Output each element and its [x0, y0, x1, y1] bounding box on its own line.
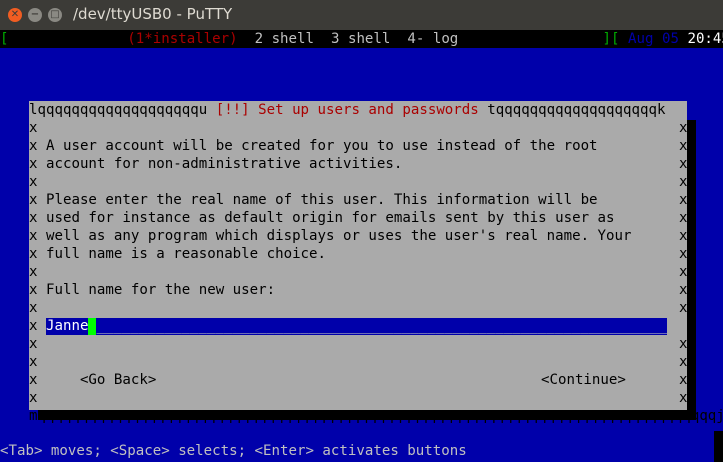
info-text-line-4: full name is a reasonable choice. — [46, 246, 327, 262]
dialog-side-right: x — [679, 174, 688, 190]
close-button[interactable]: ✕ — [8, 8, 22, 22]
dialog-line: x used for instance as default origin fo… — [29, 210, 615, 226]
dialog-line: x full name is a reasonable choice. — [29, 246, 327, 262]
info-text-line-1: Please enter the real name of this user.… — [46, 192, 598, 208]
status-right-bracket: ][ — [602, 31, 620, 47]
dialog-bottom-border: mqqqqqqqqqqqqqqqqqqqqqqqqqqqqqqqqqqqqqqq… — [29, 407, 723, 424]
dialog-line: x A user account will be created for you… — [29, 138, 598, 154]
dialog-side: x — [29, 264, 38, 280]
status-date: Aug 05 — [628, 31, 679, 47]
dialog-side: x — [29, 354, 38, 370]
tab-installer[interactable]: (1*installer) — [127, 31, 237, 47]
dialog-line: x Full name for the new user: — [29, 282, 276, 298]
full-name-value: Janne — [46, 318, 89, 334]
dialog-side-right: x — [679, 156, 688, 172]
dialog-side-right: x — [679, 300, 688, 316]
full-name-input[interactable]: Janne ___________________________________… — [46, 318, 667, 335]
dialog-shadow-right — [687, 120, 696, 420]
dialog-line: x <Go Back> — [29, 372, 157, 388]
title-bar: ✕ − □ /dev/ttyUSB0 - PuTTY — [0, 0, 723, 30]
dialog-side-right: x — [679, 228, 688, 244]
dialog-side: x — [29, 336, 38, 352]
screen-status-bar: [ (1*installer) 2 shell 3 shell 4- log ]… — [0, 30, 723, 48]
dialog-side: x — [29, 120, 38, 136]
status-time: 20:45 — [687, 31, 723, 47]
minimize-icon: − — [30, 9, 40, 20]
dialog-side-right: x — [679, 192, 688, 208]
continue-button[interactable]: <Continue> — [541, 371, 626, 389]
go-back-button[interactable]: <Go Back> — [80, 372, 156, 388]
dialog-title: [!!] Set up users and passwords — [215, 102, 479, 118]
window-title: /dev/ttyUSB0 - PuTTY — [73, 5, 233, 23]
dialog-line: x account for non-administrative activit… — [29, 156, 403, 172]
maximize-icon: □ — [50, 9, 60, 20]
intro-text-line-2: account for non-administrative activitie… — [46, 156, 403, 172]
dialog-side: x — [29, 318, 38, 334]
dialog-side: x — [29, 390, 38, 406]
dialog-side: x — [29, 300, 38, 316]
dialog-top-border: lqqqqqqqqqqqqqqqqqqqu [!!] Set up users … — [29, 102, 666, 118]
keyboard-hint: <Tab> moves; <Space> selects; <Enter> ac… — [0, 443, 467, 459]
status-left-bracket: [ — [0, 31, 9, 47]
dialog-side-right: x — [679, 138, 688, 154]
close-icon: ✕ — [10, 9, 20, 20]
full-name-prompt: Full name for the new user: — [46, 282, 276, 298]
dialog-side-right: x — [679, 120, 688, 136]
minimize-button[interactable]: − — [28, 8, 42, 22]
dialog-side-right: x — [679, 264, 688, 280]
dialog-line: x well as any program which displays or … — [29, 228, 632, 244]
dialog-box: lqqqqqqqqqqqqqqqqqqqu [!!] Set up users … — [29, 101, 723, 424]
dialog-side-right: x — [679, 246, 688, 262]
dialog-side: x — [29, 174, 38, 190]
dialog-side-right: x — [679, 354, 688, 370]
maximize-button[interactable]: □ — [48, 8, 62, 22]
dialog-side-right: x — [679, 372, 688, 388]
tab-shell-3[interactable]: 3 shell — [331, 31, 390, 47]
tab-log[interactable]: 4- log — [407, 31, 458, 47]
tab-shell-2[interactable]: 2 shell — [255, 31, 314, 47]
dialog-side-right: x — [679, 282, 688, 298]
info-text-line-2: used for instance as default origin for … — [46, 210, 615, 226]
intro-text-line-1: A user account will be created for you t… — [46, 138, 598, 154]
info-text-line-3: well as any program which displays or us… — [46, 228, 632, 244]
dialog-side-right: x — [679, 210, 688, 226]
dialog-side-right: x — [679, 336, 688, 352]
terminal-scroll-edge — [714, 431, 723, 462]
dialog-line: x Please enter the real name of this use… — [29, 192, 598, 208]
terminal-area[interactable]: [ (1*installer) 2 shell 3 shell 4- log ]… — [0, 30, 723, 462]
dialog-side-right: x — [679, 390, 688, 406]
